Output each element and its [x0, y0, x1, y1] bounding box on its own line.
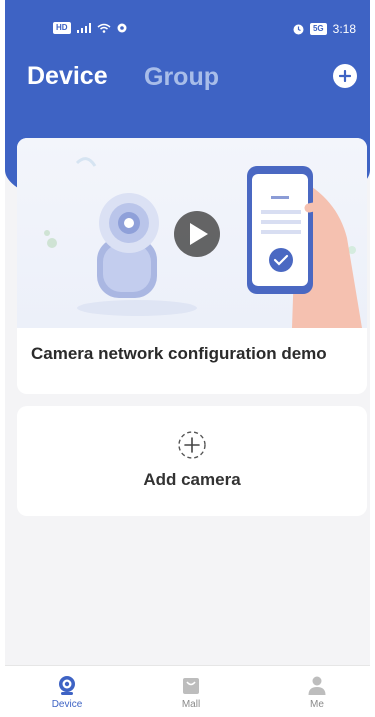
demo-card-title: Camera network configuration demo	[31, 344, 327, 363]
nav-label-mall: Mall	[181, 699, 201, 710]
demo-scene-image	[44, 157, 362, 328]
wifi-icon	[97, 23, 111, 33]
sim-badge: HD	[53, 22, 71, 34]
tab-device[interactable]: Device	[27, 62, 108, 91]
status-left: HD	[53, 22, 127, 34]
nav-item-mall[interactable]: Mall	[151, 674, 231, 710]
demo-illustration	[17, 138, 367, 328]
add-device-button[interactable]	[333, 64, 357, 88]
nav-label-me: Me	[310, 699, 324, 710]
battery-indicator: 5G	[309, 23, 327, 35]
location-icon	[117, 23, 127, 33]
header-tabs: Device Group	[27, 62, 357, 98]
status-bar: HD 5G 3:18	[5, 0, 370, 44]
add-circle-icon	[178, 431, 206, 459]
nav-label-device: Device	[51, 699, 83, 710]
alarm-icon	[293, 24, 304, 34]
tab-group[interactable]: Group	[144, 63, 219, 92]
plus-icon	[339, 70, 351, 82]
profile-icon	[308, 676, 326, 695]
clock: 3:18	[332, 22, 356, 36]
bottom-navigation: Device Mall Me	[5, 665, 370, 717]
shopping-bag-icon	[183, 678, 199, 694]
add-camera-card[interactable]: Add camera	[17, 406, 367, 516]
camera-icon	[59, 676, 75, 695]
nav-item-me[interactable]: Me	[277, 674, 357, 710]
demo-video-card[interactable]: Camera network configuration demo	[17, 138, 367, 394]
signal-icon	[76, 23, 91, 33]
app-screen: HD 5G 3:18 Device Group Camera network c…	[0, 0, 375, 717]
status-right: 5G 3:18	[293, 22, 356, 36]
add-camera-label: Add camera	[143, 470, 241, 489]
nav-item-device[interactable]: Device	[27, 674, 107, 710]
